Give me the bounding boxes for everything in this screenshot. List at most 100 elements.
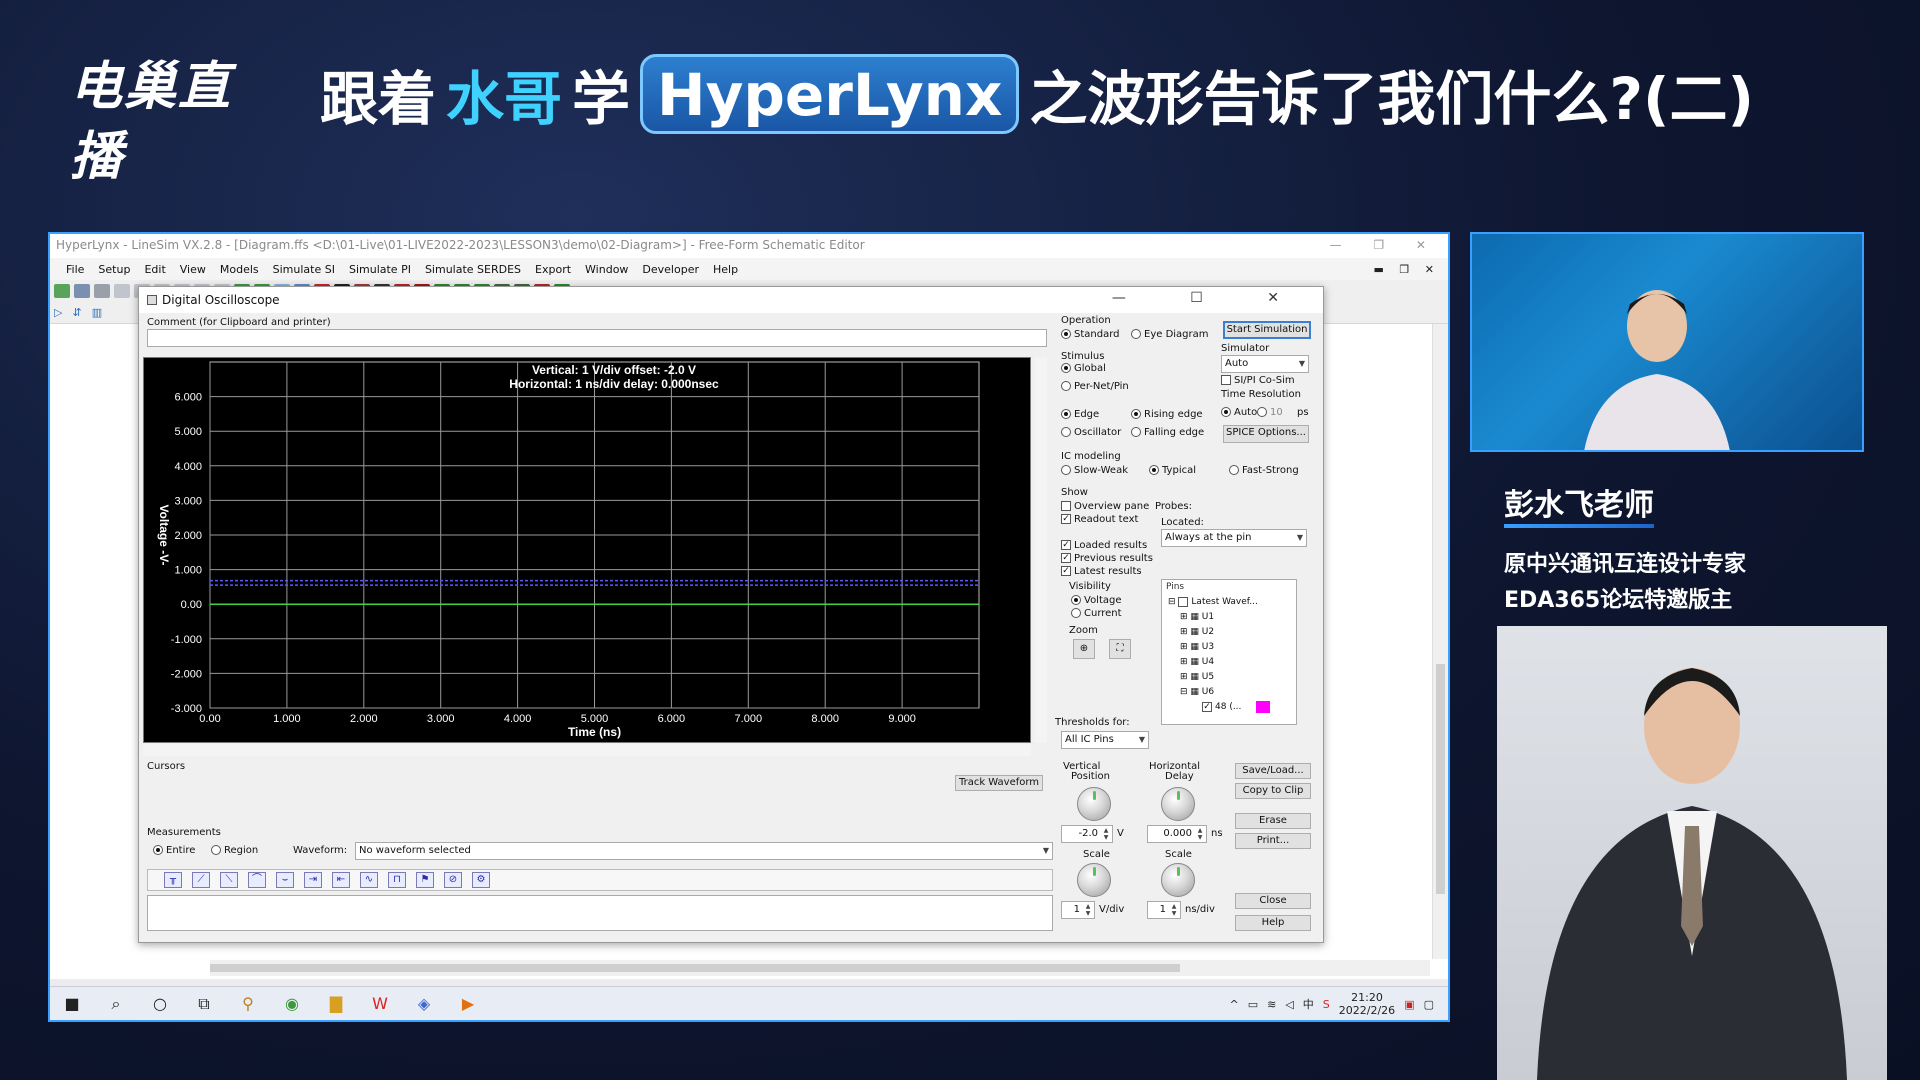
clear-measure-icon[interactable]: ⊘ [444,872,462,888]
si-pi-cosim-checkbox[interactable]: SI/PI Co-Sim [1221,375,1295,386]
close-button[interactable]: Close [1235,893,1311,909]
delay-measure-icon[interactable]: ⇥ [304,872,322,888]
spin-updown-icon[interactable]: ▲ ▼ [1083,903,1093,917]
file-explorer-icon[interactable]: ▇ [325,994,347,1014]
pulse-width-icon[interactable]: ⊓ [388,872,406,888]
tray-expand-icon[interactable]: ^ [1229,998,1238,1011]
tree-item-u6[interactable]: ⊟ ▦ U6 [1162,685,1296,700]
dialog-window-controls[interactable]: — ☐ ✕ [1112,290,1309,306]
loaded-results-checkbox[interactable]: ✓ Loaded results [1061,540,1147,551]
vertical-scale-knob[interactable] [1077,863,1111,897]
slow-weak-radio-dot[interactable] [1061,465,1071,475]
tree-item-latest[interactable]: ⊟ Latest Wavef... [1162,595,1296,610]
scope-horizontal-scrollbar[interactable] [143,744,1031,756]
rise-time-icon[interactable]: ⟋ [192,872,210,888]
slow-weak-radio[interactable]: Slow-Weak [1061,465,1128,476]
eye-diagram-radio-dot[interactable] [1131,329,1141,339]
zoom-in-icon[interactable]: ⊕ [1073,639,1095,659]
rising-edge-radio[interactable]: Rising edge [1131,409,1203,420]
window-controls[interactable]: — ❐ ✕ [1330,234,1440,256]
simulator-select[interactable]: Auto ▼ [1221,355,1309,373]
si-pi-cosim-box[interactable] [1221,375,1231,385]
menu-help[interactable]: Help [713,263,738,276]
current-radio-dot[interactable] [1071,608,1081,618]
entire-radio[interactable]: Entire [153,845,195,856]
ime-icon[interactable]: 中 [1303,996,1314,1012]
menu-file[interactable]: File [66,263,84,276]
start-simulation-button[interactable]: Start Simulation [1223,321,1311,339]
tree-item-pin48[interactable]: ✓ 48 (... [1162,700,1296,715]
workspace-vertical-scrollbar[interactable] [1432,324,1448,959]
waveform-select[interactable]: No waveform selected ▼ [355,842,1053,860]
latest-waveform-checkbox[interactable] [1178,596,1189,607]
pin48-checkbox[interactable]: ✓ [1202,701,1212,712]
overshoot-icon[interactable]: ⌒ [248,872,266,888]
fast-strong-radio[interactable]: Fast-Strong [1229,465,1299,476]
search-icon[interactable]: ⌕ [105,994,127,1014]
overview-pane-box[interactable] [1061,501,1071,511]
entire-radio-dot[interactable] [153,845,163,855]
search-app-icon[interactable]: ⚲ [237,994,259,1014]
erase-button[interactable]: Erase [1235,813,1311,829]
edge-radio[interactable]: Edge [1061,409,1099,420]
menu-setup[interactable]: Setup [98,263,130,276]
step-icon[interactable]: ⇵ [72,306,81,319]
network-icon[interactable]: ▭ [1248,998,1258,1011]
print-button[interactable]: Print... [1235,833,1311,849]
menu-view[interactable]: View [180,263,206,276]
pin-color-swatch[interactable] [1256,700,1271,713]
menu-simulate-pi[interactable]: Simulate PI [349,263,411,276]
tree-item-u4[interactable]: ⊞ ▦ U4 [1162,655,1296,670]
typical-radio-dot[interactable] [1149,465,1159,475]
menu-window[interactable]: Window [585,263,628,276]
help-button[interactable]: Help [1235,915,1311,931]
thresholds-select[interactable]: All IC Pins ▼ [1061,731,1149,749]
time-resolution-auto-radio[interactable]: Auto [1221,407,1257,418]
chrome-icon[interactable]: ◉ [281,994,303,1014]
horizontal-scroll-thumb[interactable] [210,964,1180,972]
period-measure-icon[interactable]: ╥ [164,872,182,888]
horizontal-scale-knob[interactable] [1161,863,1195,897]
print-icon[interactable] [114,284,130,298]
latest-results-box[interactable]: ✓ [1061,566,1071,576]
scope-vertical-scrollbar[interactable] [1035,357,1047,743]
fall-time-icon[interactable]: ⟍ [220,872,238,888]
readout-text-box[interactable]: ✓ [1061,514,1071,524]
global-radio[interactable]: Global [1061,363,1106,374]
mdi-window-controls[interactable]: ▬ ❐ ✕ [1374,263,1440,276]
notification-icon[interactable]: ▣ [1404,998,1414,1011]
tree-item-u3[interactable]: ⊞ ▦ U3 [1162,640,1296,655]
tree-item-u5[interactable]: ⊞ ▦ U5 [1162,670,1296,685]
falling-edge-radio-dot[interactable] [1131,427,1141,437]
menu-simulate-serdes[interactable]: Simulate SERDES [425,263,521,276]
located-select[interactable]: Always at the pin ▼ [1161,529,1307,547]
menu-simulate-si[interactable]: Simulate SI [273,263,335,276]
oscillator-radio-dot[interactable] [1061,427,1071,437]
spice-options-button[interactable]: SPICE Options... [1223,425,1309,443]
track-waveform-button[interactable]: Track Waveform [955,775,1043,791]
volume-icon[interactable]: ◁ [1285,998,1293,1011]
oscillator-radio[interactable]: Oscillator [1061,427,1121,438]
time-resolution-custom-radio[interactable]: 10 [1257,407,1283,418]
vertical-scale-input[interactable]: 1 ▲ ▼ [1061,901,1095,919]
typical-radio[interactable]: Typical [1149,465,1196,476]
undershoot-icon[interactable]: ⌣ [276,872,294,888]
menu-models[interactable]: Models [220,263,259,276]
align-icon[interactable]: ▥ [92,306,102,319]
standard-radio[interactable]: Standard [1061,329,1120,340]
tree-item-u2[interactable]: ⊞ ▦ U2 [1162,625,1296,640]
region-radio-dot[interactable] [211,845,221,855]
collapse-icon[interactable]: ⊟ [1168,597,1176,607]
loaded-results-box[interactable]: ✓ [1061,540,1071,550]
task-view-icon[interactable]: ⧉ [193,994,215,1014]
current-radio[interactable]: Current [1071,608,1122,619]
voltage-radio-dot[interactable] [1071,595,1081,605]
comment-input[interactable] [147,329,1047,347]
per-net-pin-radio[interactable]: Per-Net/Pin [1061,381,1129,392]
global-radio-dot[interactable] [1061,363,1071,373]
ringback-icon[interactable]: ∿ [360,872,378,888]
antivirus-icon[interactable]: S [1323,998,1330,1011]
voltage-radio[interactable]: Voltage [1071,595,1122,606]
standard-radio-dot[interactable] [1061,329,1071,339]
wps-icon[interactable]: W [369,994,391,1014]
